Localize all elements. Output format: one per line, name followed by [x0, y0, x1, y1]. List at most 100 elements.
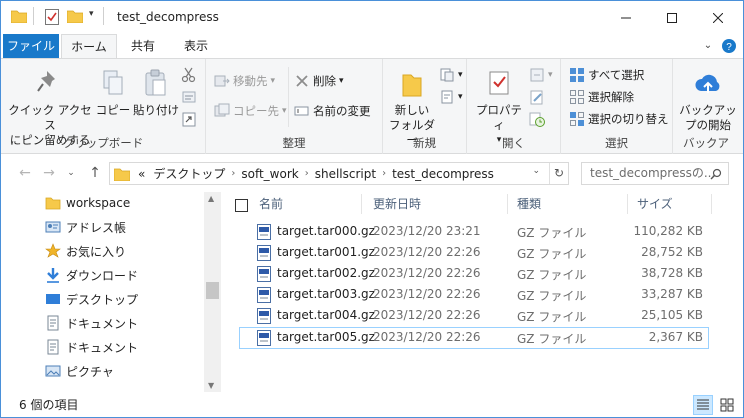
rename-button[interactable]: 名前の変更 [294, 103, 371, 119]
address-bar[interactable]: « デスクトップ › soft_work › shellscript › tes… [109, 162, 569, 185]
copy-button[interactable]: コピー [95, 69, 131, 118]
tab-home[interactable]: ホーム [61, 34, 117, 59]
table-row[interactable]: target.tar001.gz 2023/12/20 22:26 GZ ファイ… [239, 242, 709, 264]
nav-item-label: アドレス帳 [66, 220, 127, 235]
easy-access-button[interactable]: ▾ [439, 89, 463, 105]
open-icon [530, 68, 544, 82]
customize-qat-icon[interactable]: ▾ [89, 9, 94, 19]
divider [627, 194, 628, 214]
nav-scrollbar[interactable]: ▲ ▼ [204, 192, 221, 392]
invert-selection-button[interactable]: 選択の切り替え [569, 111, 669, 127]
tab-share[interactable]: 共有 [119, 34, 167, 58]
new-item-button[interactable]: ▾ [439, 67, 463, 83]
tab-view[interactable]: 表示 [171, 34, 221, 58]
properties-check-icon [489, 71, 509, 95]
select-all-button[interactable]: すべて選択 [569, 67, 644, 83]
nav-item-documents-2[interactable]: ドキュメント [45, 336, 138, 358]
table-row[interactable]: target.tar002.gz 2023/12/20 22:26 GZ ファイ… [239, 263, 709, 285]
search-icon [710, 168, 722, 180]
file-name: target.tar003.gz [277, 287, 375, 301]
scroll-down-icon[interactable]: ▼ [208, 381, 214, 390]
scroll-up-icon[interactable]: ▲ [208, 194, 214, 203]
column-header-name[interactable]: 名前 [259, 192, 283, 216]
tab-file[interactable]: ファイル [3, 34, 59, 58]
properties-icon[interactable] [45, 9, 59, 25]
table-row[interactable]: target.tar004.gz 2023/12/20 22:26 GZ ファイ… [239, 305, 709, 327]
chevron-down-icon[interactable]: ⌄ [532, 166, 540, 176]
window-title: test_decompress [117, 10, 219, 24]
scrollbar-thumb[interactable] [206, 282, 219, 299]
column-header-size[interactable]: サイズ [637, 192, 673, 216]
file-name: target.tar001.gz [277, 245, 375, 259]
up-button[interactable]: ↑ [85, 163, 105, 183]
details-view-button[interactable] [693, 395, 713, 415]
file-size: 33,287 KB [641, 287, 703, 301]
move-to-button[interactable]: 移動先 ▾ [214, 73, 275, 89]
cut-button[interactable] [181, 67, 200, 83]
minimize-button[interactable] [603, 1, 649, 34]
forward-button[interactable]: → [39, 163, 59, 183]
rename-icon [294, 106, 309, 116]
column-header-modified[interactable]: 更新日時 [373, 192, 421, 216]
back-button[interactable]: ← [15, 163, 35, 183]
cloud-upload-icon [695, 74, 720, 93]
column-header-type[interactable]: 種類 [517, 192, 541, 216]
open-group: プロパティ ▾ ▾ 開く [467, 59, 561, 154]
close-button[interactable] [695, 1, 741, 34]
paste-shortcut-button[interactable] [181, 111, 200, 127]
history-button[interactable] [529, 111, 548, 127]
breadcrumb-overflow[interactable]: « [138, 167, 145, 181]
breadcrumb-soft-work[interactable]: soft_work [241, 167, 298, 181]
pictures-icon [45, 365, 61, 377]
nav-item-documents[interactable]: ドキュメント [45, 312, 138, 334]
chevron-right-icon[interactable]: › [231, 168, 235, 179]
breadcrumb-desktop[interactable]: デスクトップ [153, 165, 225, 182]
gz-file-icon [257, 287, 271, 303]
new-item-icon [440, 68, 454, 82]
recent-locations-button[interactable]: ⌄ [61, 163, 81, 183]
large-icons-view-button[interactable] [717, 395, 737, 415]
nav-item-contacts[interactable]: アドレス帳 [45, 216, 126, 238]
invert-selection-icon [570, 112, 584, 126]
paste-button[interactable]: 貼り付け [133, 69, 179, 118]
maximize-button[interactable] [649, 1, 695, 34]
table-row[interactable]: target.tar003.gz 2023/12/20 22:26 GZ ファイ… [239, 284, 709, 306]
select-none-button[interactable]: 選択解除 [569, 89, 634, 105]
table-row[interactable]: target.tar005.gz 2023/12/20 22:26 GZ ファイ… [239, 327, 709, 349]
nav-item-desktop[interactable]: デスクトップ [45, 288, 138, 310]
backup-group-label: バックア [683, 136, 729, 150]
copy-path-button[interactable] [181, 89, 200, 105]
chevron-right-icon[interactable]: › [382, 168, 386, 179]
divider [361, 194, 362, 214]
move-to-icon [214, 75, 230, 87]
edit-button[interactable] [529, 89, 548, 105]
nav-item-favorites[interactable]: お気に入り [45, 240, 126, 262]
new-folder-label-line1: 新しい [394, 103, 430, 117]
delete-icon [296, 75, 308, 87]
nav-item-pictures[interactable]: ピクチャ [45, 360, 114, 382]
select-all-checkbox[interactable] [235, 194, 248, 218]
table-row[interactable]: target.tar000.gz 2023/12/20 23:21 GZ ファイ… [239, 221, 709, 243]
open-button[interactable]: ▾ [529, 67, 553, 83]
backup-start-button[interactable]: バックアッ プの開始 [677, 69, 739, 133]
large-icons-view-icon [720, 398, 734, 412]
delete-button[interactable]: 削除 ▾ [294, 73, 344, 89]
new-group: 新しい フォルダー ▾ ▾ 新規 [383, 59, 467, 154]
file-size: 25,105 KB [641, 308, 703, 322]
help-icon[interactable]: ? [719, 34, 739, 58]
breadcrumb-test-decompress[interactable]: test_decompress [392, 167, 494, 181]
collapse-ribbon-icon[interactable]: ⌄ [699, 34, 717, 58]
search-input[interactable]: test_decompressの... [581, 162, 729, 185]
refresh-icon[interactable]: ↻ [554, 166, 564, 180]
file-size: 2,367 KB [648, 330, 703, 344]
document-icon [47, 315, 59, 331]
chevron-right-icon[interactable]: › [305, 168, 309, 179]
new-folder-icon[interactable] [67, 9, 83, 23]
nav-item-workspace[interactable]: workspace [45, 192, 130, 214]
breadcrumb-shellscript[interactable]: shellscript [315, 167, 376, 181]
paste-label: 貼り付け [133, 103, 179, 117]
copy-to-button[interactable]: コピー先 ▾ [214, 103, 287, 119]
nav-item-downloads[interactable]: ダウンロード [45, 264, 138, 286]
copy-to-label: コピー先 [233, 104, 279, 118]
divider [711, 194, 712, 214]
